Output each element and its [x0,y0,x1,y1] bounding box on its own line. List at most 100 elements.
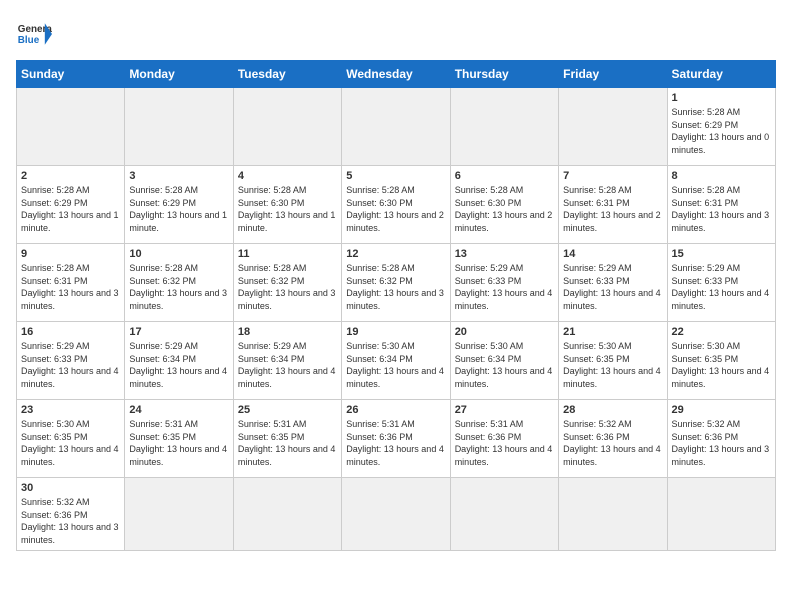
calendar-cell: 24 Sunrise: 5:31 AM Sunset: 6:35 PM Dayli… [125,400,233,478]
calendar-cell: 5Sunrise: 5:28 AM Sunset: 6:30 PM Daylig… [342,166,450,244]
day-number: 21 [563,326,662,338]
day-info: Sunrise: 5:28 AM Sunset: 6:30 PM Dayligh… [455,184,554,234]
calendar-cell: 20Sunrise: 5:30 AM Sunset: 6:34 PM Dayli… [450,322,558,400]
header-area: General Blue [16,16,776,52]
calendar-cell: 30 Sunrise: 5:32 AM Sunset: 6:36 PM Dayli… [17,478,125,551]
day-number: 19 [346,326,445,338]
day-number: 11 [238,248,337,260]
day-number: 17 [129,326,228,338]
calendar-cell: 17 Sunrise: 5:29 AM Sunset: 6:34 PM Dayli… [125,322,233,400]
calendar-cell: 16 Sunrise: 5:29 AM Sunset: 6:33 PM Dayli… [17,322,125,400]
calendar-cell: 6 Sunrise: 5:28 AM Sunset: 6:30 PM Daylig… [450,166,558,244]
logo-icon: General Blue [16,16,52,52]
calendar-cell [125,478,233,551]
day-info: Sunrise: 5:29 AM Sunset: 6:33 PM Dayligh… [21,340,120,390]
calendar-cell [667,478,775,551]
day-info: Sunrise: 5:28 AM Sunset: 6:31 PM Dayligh… [563,184,662,234]
day-info: Sunrise: 5:28 AM Sunset: 6:31 PM Dayligh… [21,262,120,312]
calendar-cell: 15 Sunrise: 5:29 AM Sunset: 6:33 PM Dayli… [667,244,775,322]
calendar-cell: 1 Sunrise: 5:28 AM Sunset: 6:29 PM Daylig… [667,88,775,166]
day-number: 29 [672,404,771,416]
day-info: Sunrise: 5:32 AM Sunset: 6:36 PM Dayligh… [21,496,120,546]
day-info: Sunrise: 5:31 AM Sunset: 6:35 PM Dayligh… [129,418,228,468]
calendar-cell: 8Sunrise: 5:28 AM Sunset: 6:31 PM Daylig… [667,166,775,244]
calendar-cell: 23 Sunrise: 5:30 AM Sunset: 6:35 PM Dayli… [17,400,125,478]
calendar-cell [559,478,667,551]
weekday-header-friday: Friday [559,61,667,88]
day-number: 1 [672,92,771,104]
day-number: 26 [346,404,445,416]
day-number: 6 [455,170,554,182]
calendar-cell [450,88,558,166]
day-number: 30 [21,482,120,494]
day-info: Sunrise: 5:28 AM Sunset: 6:32 PM Dayligh… [238,262,337,312]
calendar-cell: 28Sunrise: 5:32 AM Sunset: 6:36 PM Dayli… [559,400,667,478]
calendar-cell: 12 Sunrise: 5:28 AM Sunset: 6:32 PM Dayli… [342,244,450,322]
weekday-header-saturday: Saturday [667,61,775,88]
calendar-cell [559,88,667,166]
calendar-cell: 2Sunrise: 5:28 AM Sunset: 6:29 PM Daylig… [17,166,125,244]
day-info: Sunrise: 5:28 AM Sunset: 6:32 PM Dayligh… [346,262,445,312]
calendar-cell [233,88,341,166]
day-number: 22 [672,326,771,338]
weekday-header-monday: Monday [125,61,233,88]
day-info: Sunrise: 5:31 AM Sunset: 6:35 PM Dayligh… [238,418,337,468]
calendar-cell: 29 Sunrise: 5:32 AM Sunset: 6:36 PM Dayli… [667,400,775,478]
calendar-table: SundayMondayTuesdayWednesdayThursdayFrid… [16,60,776,551]
day-number: 24 [129,404,228,416]
day-info: Sunrise: 5:29 AM Sunset: 6:33 PM Dayligh… [672,262,771,312]
day-number: 13 [455,248,554,260]
calendar-cell: 10 Sunrise: 5:28 AM Sunset: 6:32 PM Dayli… [125,244,233,322]
logo: General Blue [16,16,52,52]
day-number: 14 [563,248,662,260]
calendar-cell: 25 Sunrise: 5:31 AM Sunset: 6:35 PM Dayli… [233,400,341,478]
day-number: 8 [672,170,771,182]
calendar-cell [450,478,558,551]
day-info: Sunrise: 5:30 AM Sunset: 6:35 PM Dayligh… [21,418,120,468]
calendar-cell: 13 Sunrise: 5:29 AM Sunset: 6:33 PM Dayli… [450,244,558,322]
day-number: 7 [563,170,662,182]
day-info: Sunrise: 5:28 AM Sunset: 6:30 PM Dayligh… [238,184,337,234]
day-number: 10 [129,248,228,260]
day-number: 15 [672,248,771,260]
calendar-cell: 14 Sunrise: 5:29 AM Sunset: 6:33 PM Dayli… [559,244,667,322]
day-info: Sunrise: 5:28 AM Sunset: 6:32 PM Dayligh… [129,262,228,312]
day-info: Sunrise: 5:28 AM Sunset: 6:29 PM Dayligh… [672,106,771,156]
calendar-cell: 27Sunrise: 5:31 AM Sunset: 6:36 PM Dayli… [450,400,558,478]
day-number: 25 [238,404,337,416]
day-info: Sunrise: 5:30 AM Sunset: 6:35 PM Dayligh… [563,340,662,390]
calendar-cell: 26 Sunrise: 5:31 AM Sunset: 6:36 PM Dayli… [342,400,450,478]
day-number: 2 [21,170,120,182]
calendar-cell: 3Sunrise: 5:28 AM Sunset: 6:29 PM Daylig… [125,166,233,244]
day-info: Sunrise: 5:32 AM Sunset: 6:36 PM Dayligh… [563,418,662,468]
day-info: Sunrise: 5:29 AM Sunset: 6:33 PM Dayligh… [455,262,554,312]
weekday-header-wednesday: Wednesday [342,61,450,88]
day-info: Sunrise: 5:29 AM Sunset: 6:33 PM Dayligh… [563,262,662,312]
day-info: Sunrise: 5:32 AM Sunset: 6:36 PM Dayligh… [672,418,771,468]
day-number: 23 [21,404,120,416]
day-info: Sunrise: 5:29 AM Sunset: 6:34 PM Dayligh… [129,340,228,390]
calendar-cell: 11 Sunrise: 5:28 AM Sunset: 6:32 PM Dayli… [233,244,341,322]
calendar-cell: 9 Sunrise: 5:28 AM Sunset: 6:31 PM Daylig… [17,244,125,322]
calendar-cell: 21 Sunrise: 5:30 AM Sunset: 6:35 PM Dayli… [559,322,667,400]
day-number: 18 [238,326,337,338]
day-number: 16 [21,326,120,338]
calendar-cell: 4 Sunrise: 5:28 AM Sunset: 6:30 PM Daylig… [233,166,341,244]
day-number: 4 [238,170,337,182]
calendar-cell [342,88,450,166]
calendar-cell: 7 Sunrise: 5:28 AM Sunset: 6:31 PM Daylig… [559,166,667,244]
day-number: 3 [129,170,228,182]
day-info: Sunrise: 5:30 AM Sunset: 6:34 PM Dayligh… [346,340,445,390]
day-info: Sunrise: 5:31 AM Sunset: 6:36 PM Dayligh… [346,418,445,468]
calendar-cell [17,88,125,166]
weekday-header-tuesday: Tuesday [233,61,341,88]
day-number: 20 [455,326,554,338]
calendar-cell: 18 Sunrise: 5:29 AM Sunset: 6:34 PM Dayli… [233,322,341,400]
day-info: Sunrise: 5:28 AM Sunset: 6:30 PM Dayligh… [346,184,445,234]
day-number: 12 [346,248,445,260]
day-info: Sunrise: 5:29 AM Sunset: 6:34 PM Dayligh… [238,340,337,390]
day-number: 9 [21,248,120,260]
calendar-cell [125,88,233,166]
calendar-cell: 22Sunrise: 5:30 AM Sunset: 6:35 PM Dayli… [667,322,775,400]
svg-text:Blue: Blue [18,35,40,46]
